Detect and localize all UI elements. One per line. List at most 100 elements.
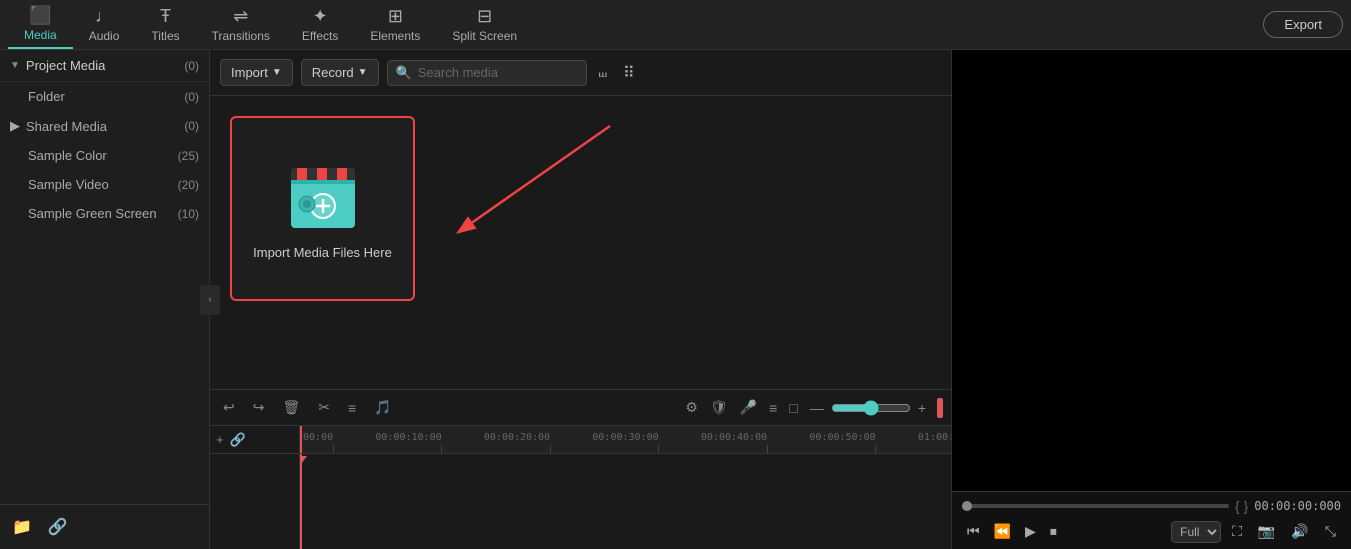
sidebar-item-sample-green-screen[interactable]: Sample Green Screen (10): [0, 199, 209, 228]
preview-controls: { } 00:00:00:000 ⏮ ⏪ ▶ ⏹ Full ⛶: [952, 491, 1351, 549]
add-folder-button[interactable]: 📁: [8, 513, 36, 541]
fit-button[interactable]: □: [784, 397, 802, 419]
nav-label-titles: Titles: [151, 29, 179, 43]
search-input[interactable]: [418, 65, 578, 80]
preview-track[interactable]: [962, 504, 1229, 508]
timeline-end-marker: [937, 398, 943, 418]
mix-button[interactable]: ≡: [764, 397, 782, 419]
nav-item-audio[interactable]: ♩ Audio: [73, 0, 136, 49]
nav-label-audio: Audio: [89, 29, 120, 43]
quality-select[interactable]: Full: [1171, 521, 1221, 543]
sidebar-item-sample-color[interactable]: Sample Color (25): [0, 141, 209, 170]
nav-item-titles[interactable]: Ŧ Titles: [135, 0, 195, 49]
export-button[interactable]: Export: [1263, 11, 1343, 38]
timeline-right: 00:00:00:0000:00:10:0000:00:20:0000:00:3…: [300, 426, 951, 549]
shared-media-count: (0): [184, 119, 199, 133]
sample-color-count: (25): [178, 149, 199, 163]
record-button[interactable]: Record ▼: [301, 59, 379, 86]
preview-buttons: ⏮ ⏪ ▶ ⏹ Full ⛶ 📷 🔊 ⤡: [962, 520, 1341, 543]
fullscreen-button[interactable]: ⛶: [1227, 520, 1247, 543]
cut-button[interactable]: ✂: [313, 396, 335, 419]
sidebar-collapse-button[interactable]: ‹: [200, 285, 220, 315]
sidebar-item-sample-video[interactable]: Sample Video (20): [0, 170, 209, 199]
snap-button[interactable]: ⚙: [680, 396, 703, 419]
main-content: ▼ Project Media (0) Folder (0) ▶ Shared …: [0, 50, 1351, 549]
folder-count: (0): [184, 90, 199, 104]
timeline-labels: + 🔗: [210, 426, 300, 549]
playback-controls-left: ⏮ ⏪ ▶ ⏹: [962, 520, 1062, 543]
transitions-icon: ⇌: [233, 6, 248, 27]
grid-view-button[interactable]: ⠿: [619, 59, 639, 87]
stop-button[interactable]: ⏹: [1045, 520, 1062, 543]
nav-item-transitions[interactable]: ⇌ Transitions: [196, 0, 286, 49]
preview-thumb: [962, 501, 972, 511]
ruler-mark: 00:00:10:00: [409, 432, 475, 453]
nav-item-split-screen[interactable]: ⊟ Split Screen: [436, 0, 533, 49]
play-button[interactable]: ▶: [1020, 520, 1041, 543]
titles-icon: Ŧ: [160, 6, 171, 27]
sample-green-screen-label: Sample Green Screen: [28, 206, 157, 221]
link-track-button[interactable]: 🔗: [230, 432, 246, 448]
elements-icon: ⊞: [388, 6, 403, 27]
mic-button[interactable]: 🎤: [735, 396, 762, 419]
zoom-in-button[interactable]: +: [913, 397, 931, 419]
redo-button[interactable]: ↪: [248, 396, 270, 419]
link-folder-button[interactable]: 🔗: [44, 513, 72, 541]
undo-button[interactable]: ↩: [218, 396, 240, 419]
import-button[interactable]: Import ▼: [220, 59, 293, 86]
settings-button[interactable]: ≡: [343, 397, 361, 419]
center-panel: Import ▼ Record ▼ 🔍 ⧢ ⠿: [210, 50, 951, 549]
record-label: Record: [312, 65, 354, 80]
timeline-tracks: [300, 454, 951, 549]
nav-label-transitions: Transitions: [212, 29, 270, 43]
screenshot-button[interactable]: 📷: [1253, 520, 1280, 543]
ruler-mark: 00:00:20:00: [517, 432, 583, 453]
sidebar-item-folder[interactable]: Folder (0): [0, 82, 209, 111]
nav-item-elements[interactable]: ⊞ Elements: [354, 0, 436, 49]
preview-timeline: { } 00:00:00:000: [962, 498, 1341, 514]
clapperboard-icon: [283, 158, 363, 233]
sidebar-item-shared-media[interactable]: ▶ Shared Media (0): [0, 111, 209, 141]
audio-icon: ♩: [95, 6, 113, 27]
sidebar-footer: 📁 🔗: [0, 504, 209, 549]
folder-label: Folder: [28, 89, 65, 104]
project-media-label: Project Media: [26, 58, 105, 73]
import-card-label: Import Media Files Here: [253, 245, 392, 260]
ruler-marks: 00:00:00:0000:00:10:0000:00:20:0000:00:3…: [300, 426, 951, 453]
sidebar: ▼ Project Media (0) Folder (0) ▶ Shared …: [0, 50, 210, 549]
search-icon: 🔍: [396, 65, 412, 81]
media-toolbar: Import ▼ Record ▼ 🔍 ⧢ ⠿: [210, 50, 951, 96]
timeline-ruler: 00:00:00:0000:00:10:0000:00:20:0000:00:3…: [300, 426, 951, 454]
chevron-right-icon: ▶: [10, 118, 20, 134]
timeline-toolbar: ↩ ↪ 🗑 ✂ ≡ 🎵 ⚙ 🛡 🎤 ≡ □ — +: [210, 390, 951, 426]
zoom-slider[interactable]: [831, 400, 911, 416]
media-icon: ⬛: [29, 5, 51, 26]
timeline-left-header: + 🔗: [210, 426, 299, 454]
zoom-out-button[interactable]: —: [805, 397, 829, 419]
import-media-card[interactable]: Import Media Files Here: [230, 116, 415, 301]
volume-button[interactable]: 🔊: [1286, 520, 1313, 543]
in-mark: {: [1235, 498, 1240, 514]
pip-button[interactable]: ⤡: [1320, 520, 1341, 543]
prev-frame-button[interactable]: ⏮: [962, 520, 985, 543]
media-content: Import Media Files Here: [210, 96, 951, 389]
sidebar-item-project-media[interactable]: ▼ Project Media (0): [0, 50, 209, 82]
preview-screen: [952, 50, 1351, 491]
sample-video-count: (20): [178, 178, 199, 192]
delete-button[interactable]: 🗑: [277, 396, 305, 419]
audio-button[interactable]: 🎵: [369, 396, 396, 419]
nav-label-media: Media: [24, 28, 57, 42]
search-box[interactable]: 🔍: [387, 60, 587, 86]
step-back-button[interactable]: ⏪: [989, 520, 1016, 543]
chevron-down-icon: ▼: [10, 60, 20, 71]
filter-button[interactable]: ⧢: [595, 60, 611, 86]
shield-button[interactable]: 🛡: [705, 396, 733, 419]
timeline-playhead[interactable]: [300, 426, 302, 453]
playback-controls-right: Full ⛶ 📷 🔊 ⤡: [1171, 520, 1341, 543]
record-chevron-icon: ▼: [358, 67, 368, 78]
nav-item-media[interactable]: ⬛ Media: [8, 0, 73, 49]
nav-label-effects: Effects: [302, 29, 338, 43]
out-mark: }: [1244, 498, 1249, 514]
nav-item-effects[interactable]: ✦ Effects: [286, 0, 354, 49]
add-track-button[interactable]: +: [216, 432, 224, 447]
